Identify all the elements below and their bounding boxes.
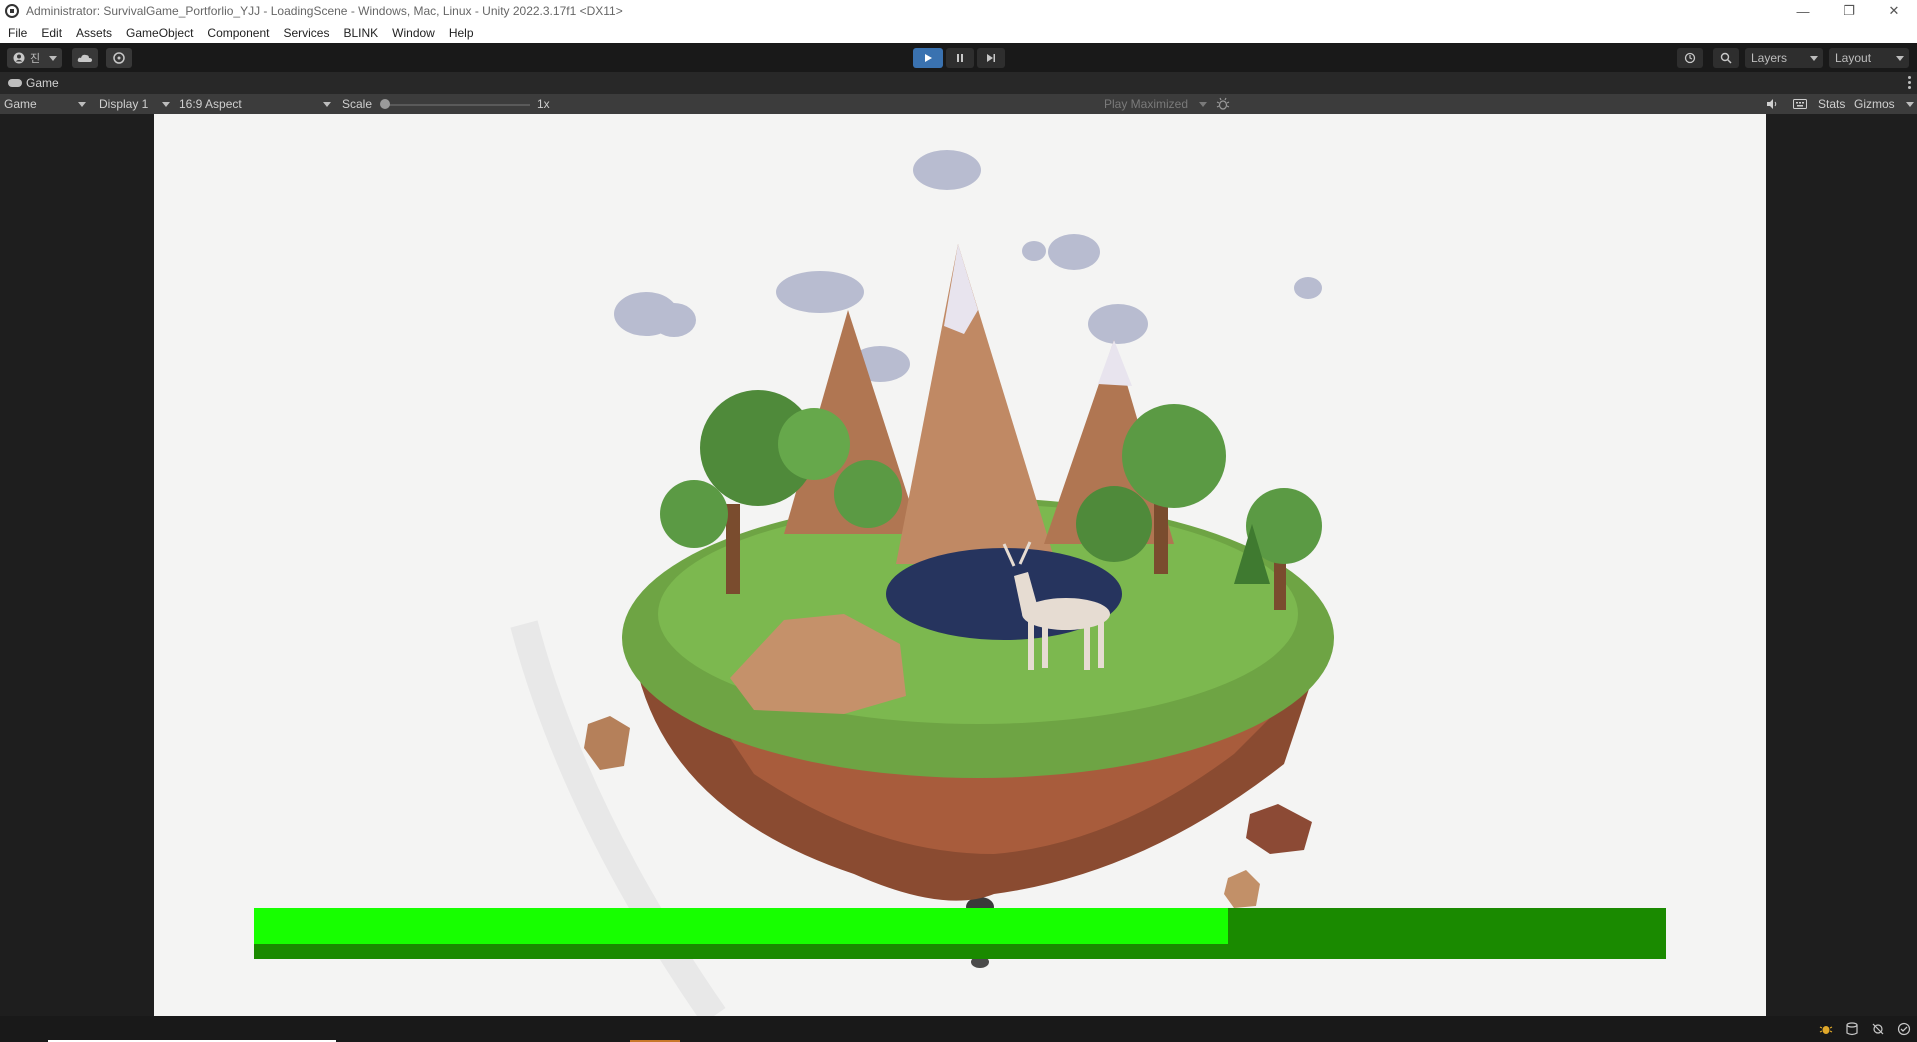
account-icon xyxy=(13,52,25,64)
menu-edit[interactable]: Edit xyxy=(41,26,62,40)
gizmos-dropdown[interactable]: Gizmos xyxy=(1854,94,1914,114)
title-bar: Administrator: SurvivalGame_Portforlio_Y… xyxy=(0,0,1917,22)
collab-button[interactable] xyxy=(106,48,132,68)
cloud-button[interactable] xyxy=(72,48,98,68)
step-button[interactable] xyxy=(977,48,1005,68)
game-mode-label: Game xyxy=(4,97,37,111)
close-button[interactable]: ✕ xyxy=(1871,0,1917,22)
unity-logo-icon xyxy=(5,4,19,18)
minimize-button[interactable]: — xyxy=(1780,0,1826,22)
game-mode-dropdown[interactable]: Game xyxy=(4,94,88,114)
restore-button[interactable]: ❐ xyxy=(1826,0,1872,22)
loading-progress-fill xyxy=(254,908,1229,944)
display-label: Display 1 xyxy=(99,97,149,111)
menu-window[interactable]: Window xyxy=(392,26,435,40)
auto-generate-lighting-icon[interactable] xyxy=(1871,1022,1885,1036)
game-tab-bar: Game xyxy=(0,72,1917,94)
scale-value: 1x xyxy=(537,97,550,111)
chevron-down-icon xyxy=(1810,56,1818,61)
bug-toggle[interactable] xyxy=(1216,94,1230,114)
chevron-down-icon xyxy=(323,102,331,107)
aspect-dropdown[interactable]: 16:9 Aspect xyxy=(179,94,335,114)
loading-progress-bar xyxy=(254,908,1666,959)
history-icon xyxy=(1684,52,1696,64)
floating-island-illustration xyxy=(510,150,1334,1016)
step-icon xyxy=(987,54,995,62)
layers-dropdown[interactable]: Layers xyxy=(1745,48,1823,68)
menu-assets[interactable]: Assets xyxy=(76,26,112,40)
collab-icon xyxy=(113,52,125,64)
chevron-down-icon xyxy=(1896,56,1904,61)
display-dropdown[interactable]: Display 1 xyxy=(99,94,171,114)
audio-mute-toggle[interactable] xyxy=(1766,94,1778,114)
scale-slider-handle[interactable] xyxy=(380,99,390,109)
scale-label: Scale xyxy=(342,97,373,111)
chevron-down-icon xyxy=(49,56,57,61)
pause-button[interactable] xyxy=(946,48,974,68)
layout-label: Layout xyxy=(1835,51,1872,65)
main-toolbar: 진 Layers Layout xyxy=(0,43,1917,72)
cloud-icon xyxy=(77,54,92,62)
history-button[interactable] xyxy=(1677,48,1703,68)
gizmos-label: Gizmos xyxy=(1854,97,1895,111)
more-options-icon[interactable] xyxy=(1908,76,1911,89)
account-label: 진 xyxy=(30,53,41,65)
menu-services[interactable]: Services xyxy=(283,26,329,40)
chevron-down-icon xyxy=(162,102,170,107)
cache-server-icon[interactable] xyxy=(1845,1022,1859,1036)
status-check-icon[interactable] xyxy=(1897,1022,1911,1036)
chevron-down-icon xyxy=(1906,102,1914,107)
search-icon xyxy=(1720,52,1732,64)
game-viewport[interactable] xyxy=(154,114,1766,1016)
tab-game[interactable]: Game xyxy=(0,76,59,90)
chevron-down-icon xyxy=(1199,102,1207,107)
layout-dropdown[interactable]: Layout xyxy=(1829,48,1909,68)
window-title: Administrator: SurvivalGame_Portforlio_Y… xyxy=(26,4,623,18)
menu-help[interactable]: Help xyxy=(449,26,474,40)
status-bar xyxy=(0,1016,1917,1042)
scale-slider-track[interactable] xyxy=(384,104,530,106)
debug-bug-icon[interactable] xyxy=(1819,1022,1833,1036)
bug-icon xyxy=(1216,97,1230,110)
play-icon xyxy=(925,54,932,62)
layers-label: Layers xyxy=(1751,51,1788,65)
play-mode-dropdown[interactable]: Play Maximized xyxy=(1104,94,1208,114)
play-button[interactable] xyxy=(913,48,943,68)
account-dropdown[interactable]: 진 xyxy=(7,48,62,68)
menu-gameobject[interactable]: GameObject xyxy=(126,26,193,40)
menu-blink[interactable]: BLINK xyxy=(343,26,378,40)
keyboard-shortcuts-toggle[interactable] xyxy=(1793,94,1807,114)
gamepad-icon xyxy=(8,79,22,87)
chevron-down-icon xyxy=(78,102,86,107)
stats-button[interactable]: Stats xyxy=(1818,94,1845,114)
menu-component[interactable]: Component xyxy=(207,26,269,40)
play-mode-label: Play Maximized xyxy=(1104,97,1189,111)
game-view-toolbar: Game Display 1 16:9 Aspect Scale 1x Play… xyxy=(0,94,1917,114)
aspect-label: 16:9 Aspect xyxy=(179,97,242,111)
menu-bar: File Edit Assets GameObject Component Se… xyxy=(0,22,1917,43)
tab-game-label: Game xyxy=(26,76,59,90)
game-view-area xyxy=(0,114,1917,1016)
keyboard-icon xyxy=(1793,99,1807,109)
menu-file[interactable]: File xyxy=(8,26,27,40)
speaker-icon xyxy=(1767,99,1777,109)
search-button[interactable] xyxy=(1713,48,1739,68)
pause-icon xyxy=(957,54,963,62)
